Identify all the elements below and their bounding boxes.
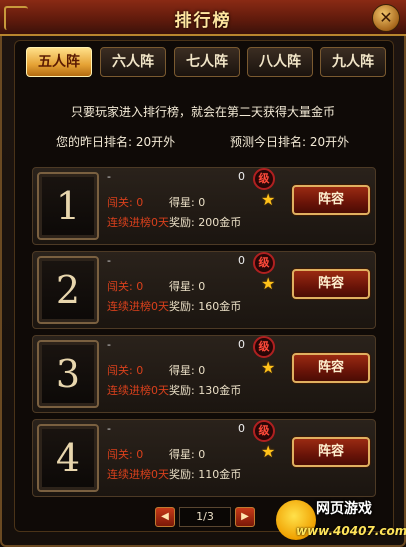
- star-icon: ★: [261, 190, 276, 209]
- tab-six-formation[interactable]: 六人阵: [100, 47, 166, 77]
- player-name: -: [107, 338, 111, 351]
- title-bar: 排行榜 ✕: [0, 0, 406, 36]
- watermark-title: 网页游戏: [316, 501, 372, 517]
- reward-amount: 奖励: 160金币: [169, 300, 242, 313]
- leaderboard-entry: 2 - 0 级 闯关: 0 连续进榜0天 得星: 0 奖励: 160金币 ★ 阵…: [32, 251, 376, 329]
- player-level: 0: [238, 422, 245, 435]
- leaderboard-entry: 4 - 0 级 闯关: 0 连续进榜0天 得星: 0 奖励: 110金币 ★ 阵…: [32, 419, 376, 497]
- player-level: 0: [238, 170, 245, 183]
- streak-days: 连续进榜0天: [107, 300, 169, 313]
- reward-amount: 奖励: 200金币: [169, 216, 242, 229]
- site-watermark: 网页游戏 www.40407.com: [276, 496, 406, 544]
- stage-count: 闯关: 0: [107, 364, 144, 377]
- close-button[interactable]: ✕: [372, 4, 400, 32]
- stars-earned: 得星: 0: [169, 280, 206, 293]
- star-icon: ★: [261, 274, 276, 293]
- star-icon: ★: [261, 358, 276, 377]
- level-badge-icon: 级: [253, 168, 275, 190]
- leaderboard-entry: 1 - 0 级 闯关: 0 连续进榜0天 得星: 0 奖励: 200金币 ★ 阵…: [32, 167, 376, 245]
- tab-eight-formation[interactable]: 八人阵: [247, 47, 313, 77]
- stars-earned: 得星: 0: [169, 448, 206, 461]
- level-badge-icon: 级: [253, 336, 275, 358]
- leaderboard-entry: 3 - 0 级 闯关: 0 连续进榜0天 得星: 0 奖励: 130金币 ★ 阵…: [32, 335, 376, 413]
- stage-count: 闯关: 0: [107, 448, 144, 461]
- view-lineup-button[interactable]: 阵容: [292, 437, 370, 467]
- next-page-button[interactable]: ▶: [235, 507, 255, 527]
- view-lineup-button[interactable]: 阵容: [292, 185, 370, 215]
- player-name: -: [107, 170, 111, 183]
- reward-amount: 奖励: 110金币: [169, 468, 242, 481]
- rank-number: 2: [37, 256, 99, 324]
- level-badge-icon: 级: [253, 420, 275, 442]
- streak-days: 连续进榜0天: [107, 216, 169, 229]
- rank-number: 1: [37, 172, 99, 240]
- tab-five-formation[interactable]: 五人阵: [26, 47, 92, 77]
- stage-count: 闯关: 0: [107, 196, 144, 209]
- formation-tabs: 五人阵 六人阵 七人阵 八人阵 九人阵: [26, 47, 386, 77]
- player-name: -: [107, 254, 111, 267]
- prev-page-button[interactable]: ◀: [155, 507, 175, 527]
- streak-days: 连续进榜0天: [107, 468, 169, 481]
- stars-earned: 得星: 0: [169, 364, 206, 377]
- streak-days: 连续进榜0天: [107, 384, 169, 397]
- player-level: 0: [238, 254, 245, 267]
- rank-number: 3: [37, 340, 99, 408]
- window-title: 排行榜: [174, 11, 232, 31]
- stars-earned: 得星: 0: [169, 196, 206, 209]
- view-lineup-button[interactable]: 阵容: [292, 353, 370, 383]
- tab-nine-formation[interactable]: 九人阵: [320, 47, 386, 77]
- stage-count: 闯关: 0: [107, 280, 144, 293]
- star-icon: ★: [261, 442, 276, 461]
- yesterday-rank: 您的昨日排名: 20开外: [56, 135, 176, 149]
- player-name: -: [107, 422, 111, 435]
- page-indicator: 1/3: [179, 507, 231, 527]
- pagination: ◀ 1/3 ▶: [155, 507, 255, 527]
- rank-number: 4: [37, 424, 99, 492]
- tab-seven-formation[interactable]: 七人阵: [174, 47, 240, 77]
- reward-notice: 只要玩家进入排行榜，就会在第二天获得大量金币: [70, 105, 335, 119]
- player-level: 0: [238, 338, 245, 351]
- today-rank: 预测今日排名: 20开外: [230, 135, 350, 149]
- reward-amount: 奖励: 130金币: [169, 384, 242, 397]
- watermark-url: www.40407.com: [296, 524, 406, 538]
- level-badge-icon: 级: [253, 252, 275, 274]
- view-lineup-button[interactable]: 阵容: [292, 269, 370, 299]
